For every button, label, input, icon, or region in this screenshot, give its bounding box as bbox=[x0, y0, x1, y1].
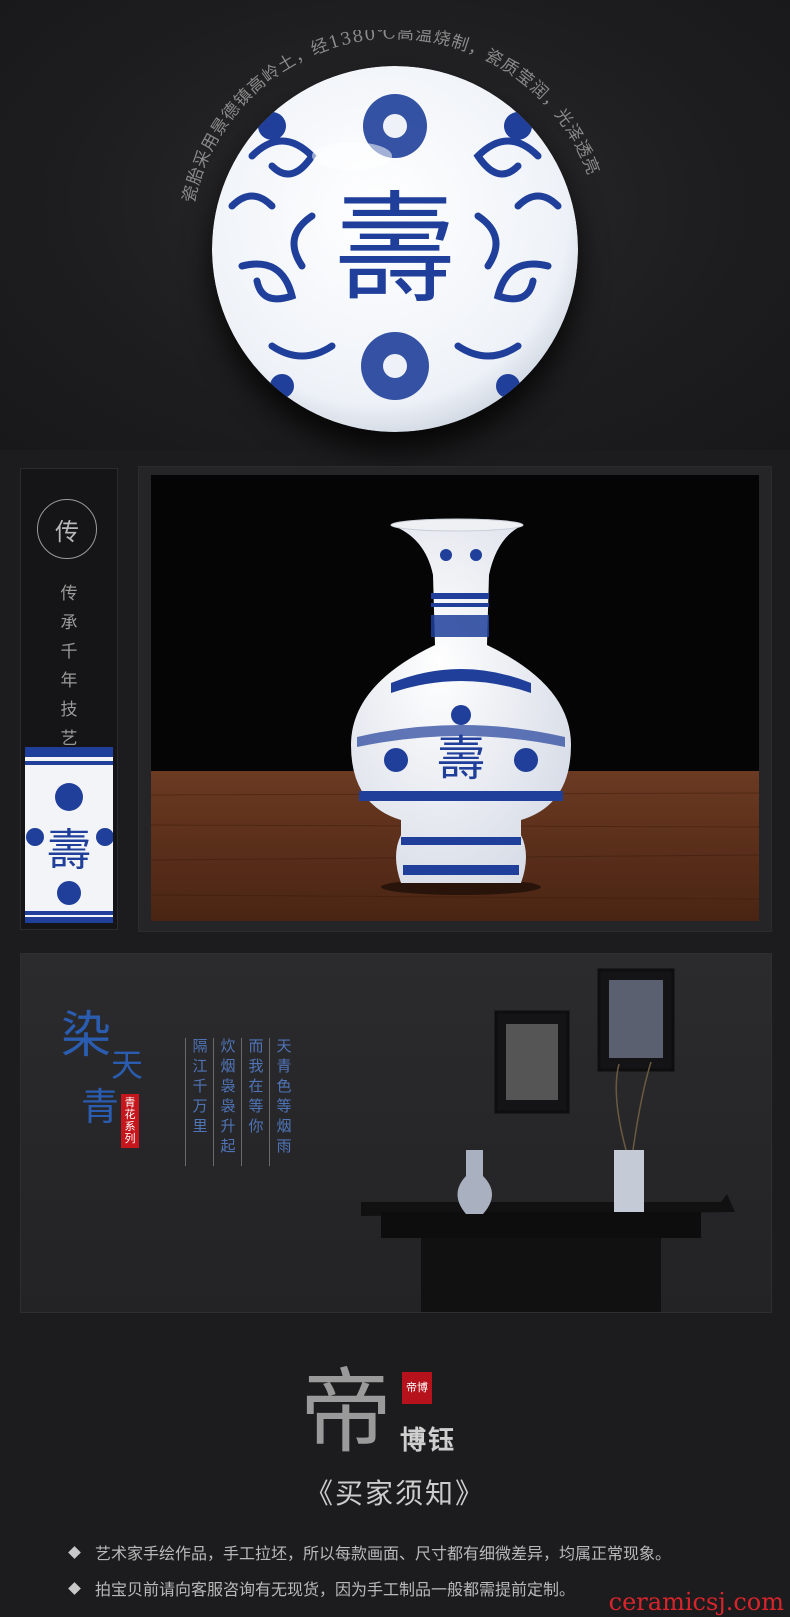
brand-logo-char: 帝 bbox=[300, 1359, 392, 1464]
slogan-char: 技 bbox=[60, 700, 78, 720]
craft-side-panel: 传 传 承 千 年 技 艺 壽 bbox=[20, 468, 118, 930]
notice-item-text: 艺术家手绘作品，手工拉坯，所以每款画面、尺寸都有细微差异，均属正常现象。 bbox=[95, 1544, 672, 1563]
slogan-char: 艺 bbox=[60, 729, 78, 749]
title-char: 染 bbox=[61, 1006, 111, 1064]
notice-item: 艺术家手绘作品，手工拉坯，所以每款画面、尺寸都有细微差异，均属正常现象。 bbox=[68, 1540, 672, 1564]
title-char: 青 bbox=[81, 1085, 119, 1129]
slogan-char: 年 bbox=[60, 671, 78, 691]
series-tag: 青花系列 bbox=[121, 1094, 139, 1148]
notice-title: 《买家须知》 bbox=[304, 1477, 485, 1510]
diamond-bullet-icon bbox=[68, 1545, 81, 1559]
notice-item-text: 拍宝贝前请向客服咨询有无现货，因为手工制品一般都需提前定制。 bbox=[95, 1580, 576, 1599]
slogan-char: 承 bbox=[60, 613, 78, 633]
poem-divider bbox=[241, 1038, 242, 1166]
poem-column: 而我在等你 bbox=[248, 1037, 264, 1135]
watermark: ceramicsj.com bbox=[608, 1588, 784, 1616]
blue-white-plate-image: 壽 bbox=[212, 66, 578, 432]
poem-scene-section: 染 天 青 青花系列 隔江千万里 炊烟袅袅升起 而我在等你 天青色等烟雨 bbox=[20, 953, 772, 1313]
slogan-char: 千 bbox=[60, 642, 78, 662]
vase-detail-thumbnail: 壽 bbox=[25, 747, 113, 923]
diamond-bullet-icon bbox=[68, 1581, 81, 1595]
svg-text:壽: 壽 bbox=[437, 731, 485, 787]
title-char: 天 bbox=[111, 1046, 143, 1084]
notice-item: 拍宝贝前请向客服咨询有无现货，因为手工制品一般都需提前定制。 bbox=[68, 1576, 576, 1600]
slogan-char: 传 bbox=[60, 584, 78, 604]
poem-divider bbox=[213, 1038, 214, 1166]
seal-circle: 传 bbox=[37, 499, 97, 559]
brand-name: 博钰 bbox=[400, 1426, 457, 1456]
poem-divider bbox=[185, 1038, 186, 1166]
poem-column: 炊烟袅袅升起 bbox=[220, 1037, 236, 1155]
vase-photo: 壽 bbox=[151, 475, 759, 921]
poem-divider bbox=[269, 1038, 270, 1166]
svg-text:壽: 壽 bbox=[47, 825, 91, 876]
svg-text:壽: 壽 bbox=[335, 181, 455, 320]
poem-column: 天青色等烟雨 bbox=[276, 1037, 292, 1155]
vase-photo-frame: 壽 bbox=[138, 466, 772, 932]
poem-column: 隔江千万里 bbox=[192, 1037, 208, 1135]
brand-seal: 帝博 bbox=[402, 1372, 432, 1404]
